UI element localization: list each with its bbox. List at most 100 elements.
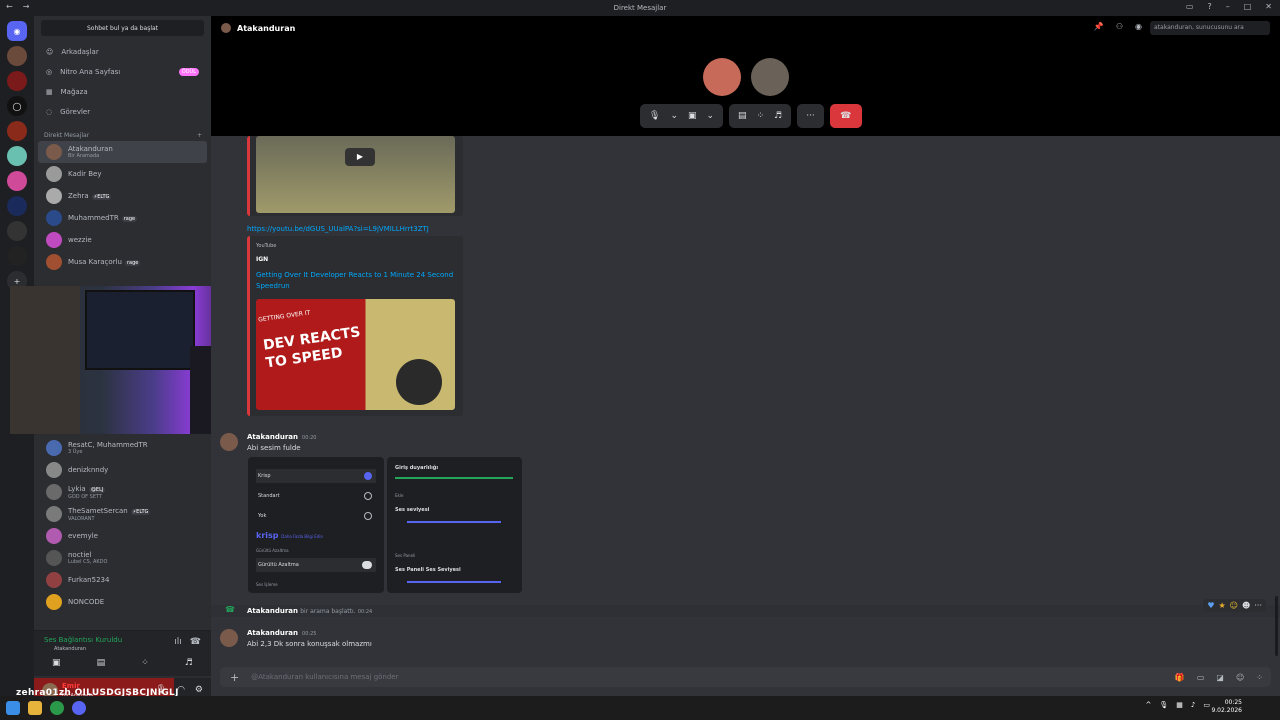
emoji-icon[interactable]: ☺ — [1236, 673, 1244, 682]
call-author[interactable]: Atakanduran — [247, 607, 298, 615]
nav-shop[interactable]: ▦ Mağaza — [34, 82, 211, 102]
dm-item[interactable]: TheSametSercan ⚡ELTG VALORANT — [38, 503, 207, 525]
more-options-button[interactable]: ··· — [797, 104, 824, 128]
dm-item[interactable]: noctiel Lubel CS, AKDO — [38, 547, 207, 569]
soundboard-icon[interactable]: ♬ — [185, 658, 193, 668]
screen-share-icon[interactable]: ▤ — [738, 111, 747, 121]
server-icon[interactable] — [7, 246, 27, 266]
dm-item[interactable]: Furkan5234 — [38, 569, 207, 591]
server-icon[interactable] — [7, 196, 27, 216]
minimize-button[interactable]: – — [1226, 2, 1230, 11]
server-icon[interactable] — [7, 146, 27, 166]
laugh-reaction-icon[interactable]: ☺ — [1230, 601, 1238, 610]
pinned-icon[interactable]: 📌 — [1094, 22, 1104, 31]
activities-icon[interactable]: ⁘ — [757, 111, 765, 121]
battery-icon[interactable]: ▭ — [1203, 701, 1210, 709]
dm-item[interactable]: MuhammedTR rage — [38, 207, 207, 229]
chrome-icon[interactable] — [50, 701, 64, 715]
find-conversation-button[interactable]: Sohbet bul ya da başlat — [41, 20, 204, 36]
server-icon[interactable] — [7, 221, 27, 241]
dm-item[interactable]: Atakanduran Bir Aramada — [38, 141, 207, 163]
server-icon[interactable]: ◯ — [7, 96, 27, 116]
soundboard-icon[interactable]: ♬ — [774, 111, 782, 121]
chevron-down-icon[interactable]: ⌄ — [670, 111, 678, 121]
user-profile-icon[interactable]: ◉ — [1135, 22, 1142, 31]
noise-suppression-icon[interactable]: ılı — [174, 637, 182, 647]
call-participant-avatar[interactable] — [703, 58, 741, 96]
chevron-down-icon[interactable]: ⌄ — [707, 111, 715, 121]
title-bar: ← → Direkt Mesajlar ▭ ? – □ ✕ — [0, 0, 1280, 16]
dm-item[interactable]: wezzie — [38, 229, 207, 251]
settings-gear-icon[interactable]: ⚙ — [195, 685, 203, 695]
dm-item[interactable]: Kadir Bey — [38, 163, 207, 185]
file-explorer-icon[interactable] — [28, 701, 42, 715]
add-friends-icon[interactable]: ⚇ — [1116, 22, 1123, 31]
message-author[interactable]: Atakanduran — [247, 629, 298, 637]
help-icon[interactable]: ? — [1207, 2, 1211, 11]
discord-taskbar-icon[interactable] — [72, 701, 86, 715]
disconnect-icon[interactable]: ☎ — [190, 637, 201, 647]
message-input[interactable]: @Atakanduran kullanıcısına mesaj gönder — [251, 673, 398, 681]
close-button[interactable]: ✕ — [1265, 2, 1272, 11]
activity-controls[interactable]: ▤ ⁘ ♬ — [729, 104, 792, 128]
heart-reaction-icon[interactable]: ♥ — [1207, 601, 1214, 610]
add-attachment-icon[interactable]: + — [230, 671, 239, 684]
create-dm-icon[interactable]: + — [197, 132, 202, 139]
gif-icon[interactable]: ▭ — [1197, 673, 1205, 682]
add-reaction-icon[interactable]: ☻ — [1242, 601, 1250, 610]
mic-tray-icon[interactable]: 🎙 — [1159, 701, 1168, 709]
dm-item[interactable]: Lykia 😋ELJ GOD OF SETT — [38, 481, 207, 503]
discord-home-icon[interactable]: ◉ — [7, 21, 27, 41]
youtube-link[interactable]: https://youtu.be/dGUS_UUalPA?si=L9jVMILL… — [247, 225, 429, 233]
nav-nitro[interactable]: ◎ Nitro Ana Sayfası ÖDÜL — [34, 62, 211, 82]
scrollbar[interactable] — [1275, 596, 1278, 656]
server-icon[interactable] — [7, 121, 27, 141]
embed-author[interactable]: IGN — [256, 256, 268, 263]
server-icon[interactable] — [7, 71, 27, 91]
search-input[interactable]: atakanduran, sunucusunu ara — [1150, 21, 1270, 35]
call-participant-avatar[interactable] — [751, 58, 789, 96]
dm-item[interactable]: ResatC, MuhammedTR 3 Üye — [38, 437, 207, 459]
inbox-icon[interactable]: ▭ — [1186, 2, 1194, 11]
windows-start-icon[interactable] — [6, 701, 20, 715]
network-icon[interactable]: ▦ — [1176, 701, 1183, 709]
dm-item[interactable]: NONCODE — [38, 591, 207, 613]
embed-title[interactable]: Getting Over It Developer Reacts to 1 Mi… — [256, 270, 456, 292]
play-icon[interactable]: ▶ — [345, 148, 375, 166]
back-icon[interactable]: ← — [6, 2, 13, 11]
message-author[interactable]: Atakanduran — [247, 433, 298, 441]
gift-icon[interactable]: 🎁 — [1175, 673, 1185, 682]
dm-item[interactable]: denizknndy — [38, 459, 207, 481]
video-thumbnail[interactable]: GETTING OVER IT DEV REACTS TO SPEED — [256, 299, 455, 410]
nav-friends[interactable]: ☺ Arkadaşlar — [34, 42, 211, 62]
mute-toggle[interactable]: 🎙 ⌄ ▣ ⌄ — [640, 104, 724, 128]
dm-item[interactable]: Zehra ⚡ELTG — [38, 185, 207, 207]
server-icon[interactable] — [7, 171, 27, 191]
avatar[interactable] — [220, 433, 238, 451]
voice-connected-status[interactable]: Ses Bağlantısı Kuruldu — [44, 636, 122, 644]
attachment-image-left[interactable]: Krisp Standart Yok krisp Daha Fazla Bilg… — [248, 457, 384, 593]
maximize-button[interactable]: □ — [1244, 2, 1252, 11]
volume-icon[interactable]: ♪ — [1191, 701, 1195, 709]
sticker-icon[interactable]: ◪ — [1216, 673, 1224, 682]
leave-call-button[interactable]: ☎ — [829, 104, 862, 128]
star-reaction-icon[interactable]: ★ — [1219, 601, 1226, 610]
voice-channel-name[interactable]: Atakanduran — [54, 646, 86, 652]
clock[interactable]: 00:25 9.02.2026 — [1211, 699, 1242, 715]
forward-icon[interactable]: → — [23, 2, 30, 11]
dm-item[interactable]: Musa Karaçorlu rage — [38, 251, 207, 273]
server-icon[interactable] — [7, 46, 27, 66]
window-nav: ← → — [6, 2, 29, 11]
screen-share-icon[interactable]: ▤ — [97, 658, 106, 668]
more-icon[interactable]: ··· — [1254, 601, 1262, 610]
attachment-image-right[interactable]: Giriş duyarlılığı Ekle Ses seviyesi Ses … — [387, 457, 522, 593]
call-controls: 🎙 ⌄ ▣ ⌄ ▤ ⁘ ♬ ··· ☎ — [640, 104, 862, 128]
apps-icon[interactable]: ⁘ — [1256, 673, 1263, 682]
avatar — [46, 232, 62, 248]
activities-icon[interactable]: ⁘ — [141, 658, 149, 668]
avatar[interactable] — [220, 629, 238, 647]
nav-quests[interactable]: ◌ Görevler — [34, 102, 211, 122]
chevron-up-icon[interactable]: ^ — [1146, 701, 1152, 709]
camera-off-icon[interactable]: ▣ — [52, 658, 61, 668]
dm-item[interactable]: evemyle — [38, 525, 207, 547]
